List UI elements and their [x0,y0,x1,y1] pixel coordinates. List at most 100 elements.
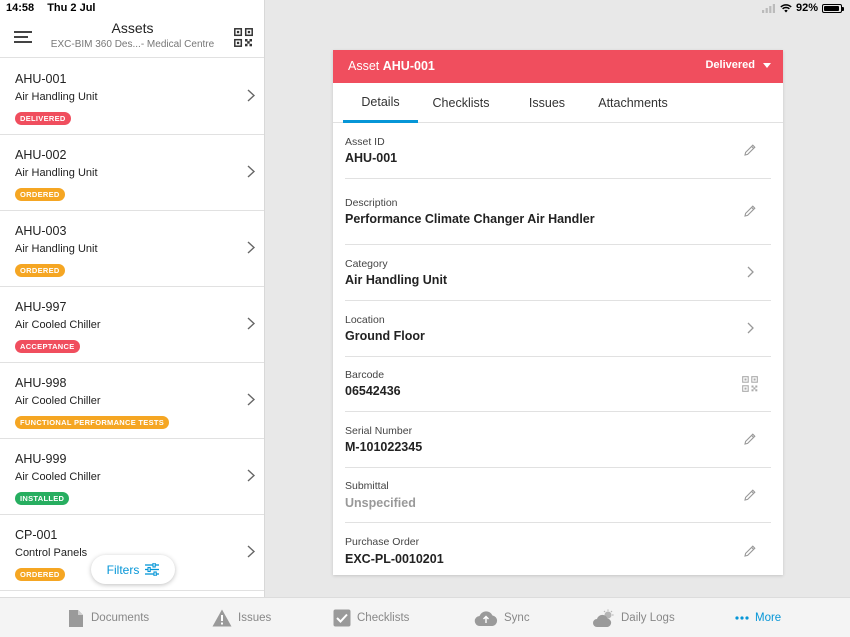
field-label: Category [345,258,388,270]
asset-list-item[interactable]: AHU-002 Air Handling Unit ORDERED [0,135,264,211]
caret-down-icon [763,62,771,68]
chevron-right-icon [247,89,255,102]
chevron-right-icon [247,393,255,406]
field-label: Asset ID [345,136,385,148]
sliders-icon [145,563,160,576]
pencil-icon[interactable] [743,143,757,157]
asset-title-prefix: Asset [348,59,380,73]
tabbar-more[interactable]: More [735,598,781,637]
asset-id: AHU-003 [15,224,67,238]
status-dropdown-value: Delivered [705,59,755,71]
status-date: Thu 2 Jul [47,2,96,14]
chevron-right-icon [247,241,255,254]
field-value: EXC-PL-0010201 [345,552,444,566]
field-description[interactable]: Description Performance Climate Changer … [345,179,771,245]
document-icon [69,609,83,627]
chevron-right-icon [247,317,255,330]
tabbar-label: More [755,612,782,624]
battery-percent: 92% [795,2,818,14]
asset-category: Air Handling Unit [15,243,98,255]
status-badge: ORDERED [15,568,65,581]
tabbar-sync[interactable]: Sync [474,598,530,637]
asset-title-id: AHU-001 [382,59,435,73]
field-label: Purchase Order [345,536,420,548]
asset-detail-title: Asset AHU-001 [348,59,435,73]
field-value: 06542436 [345,384,401,398]
wifi-icon [780,3,792,12]
warning-icon [212,609,232,627]
tab-checklists[interactable]: Checklists [423,83,499,123]
asset-category: Air Handling Unit [15,167,98,179]
asset-category: Air Cooled Chiller [15,319,101,331]
asset-category: Air Handling Unit [15,91,98,103]
tab-issues[interactable]: Issues [510,83,584,123]
asset-id: AHU-997 [15,300,67,314]
sidebar-title: Assets [111,20,154,36]
tab-details[interactable]: Details [343,83,418,123]
tabbar-label: Issues [238,612,272,624]
pencil-icon[interactable] [743,488,757,502]
field-asset-id[interactable]: Asset ID AHU-001 [345,124,771,179]
chevron-right-icon [747,266,754,278]
pencil-icon[interactable] [743,544,757,558]
more-dots-icon [735,616,749,620]
chevron-right-icon [747,322,754,334]
asset-detail-card: Asset AHU-001 Delivered Details Checklis… [333,50,783,575]
asset-id: AHU-999 [15,452,67,466]
tabbar-issues[interactable]: Issues [212,598,271,637]
signal-icon [761,3,775,13]
tabbar-label: Sync [504,612,530,624]
tabbar-checklists[interactable]: Checklists [333,598,409,637]
field-label: Barcode [345,369,385,381]
field-label: Location [345,314,385,326]
chevron-right-icon [247,165,255,178]
asset-category: Control Panels [15,547,88,559]
pencil-icon[interactable] [743,432,757,446]
field-location[interactable]: Location Ground Floor [345,301,771,357]
field-barcode[interactable]: Barcode 06542436 [345,357,771,412]
asset-id: AHU-002 [15,148,67,162]
filters-button[interactable]: Filters [91,555,175,584]
field-purchase-order[interactable]: Purchase Order EXC-PL-0010201 [345,523,771,575]
status-badge: INSTALLED [15,492,70,505]
field-label: Submittal [345,480,389,492]
checklist-icon [333,609,351,627]
qr-code-icon[interactable] [742,376,758,392]
field-serial-number[interactable]: Serial Number M-101022345 [345,412,771,468]
tabbar-daily-logs[interactable]: Daily Logs [593,598,675,637]
pencil-icon[interactable] [743,204,757,218]
status-badge: FUNCTIONAL PERFORMANCE TESTS [15,416,170,429]
tab-attachments[interactable]: Attachments [593,83,673,123]
asset-list-item[interactable]: AHU-001 Air Handling Unit DELIVERED [0,59,264,135]
asset-list-item[interactable]: AHU-997 Air Cooled Chiller ACCEPTANCE [0,287,264,363]
asset-id: AHU-998 [15,376,67,390]
asset-category: Air Cooled Chiller [15,471,101,483]
status-badge: ACCEPTANCE [15,340,80,353]
weather-icon [593,609,614,627]
field-label: Description [345,197,398,209]
detail-tabs: Details Checklists Issues Attachments [333,83,783,123]
asset-detail-header: Asset AHU-001 Delivered [333,50,783,83]
field-value: Unspecified [345,496,416,510]
field-value: M-101022345 [345,440,423,454]
field-category[interactable]: Category Air Handling Unit [345,245,771,301]
assets-sidebar: Assets EXC-BIM 360 Des...- Medical Centr… [0,0,265,597]
asset-id: CP-001 [15,528,58,542]
tabbar-label: Documents [91,612,150,624]
asset-list-item[interactable]: AHU-003 Air Handling Unit ORDERED [0,211,264,287]
field-label: Serial Number [345,425,413,437]
cloud-sync-icon [474,610,498,626]
tabbar-documents[interactable]: Documents [67,598,149,637]
asset-list-item[interactable]: AHU-999 Air Cooled Chiller INSTALLED [0,439,264,515]
asset-list: AHU-001 Air Handling Unit DELIVERED AHU-… [0,59,264,591]
tabbar-label: Daily Logs [621,612,675,624]
bottom-tab-bar: Documents Issues Checklists Sync Daily L… [0,597,850,637]
asset-list-item[interactable]: AHU-998 Air Cooled Chiller FUNCTIONAL PE… [0,363,264,439]
qr-scan-icon[interactable] [234,28,253,47]
field-value: AHU-001 [345,151,398,165]
status-badge: ORDERED [15,264,65,277]
field-value: Performance Climate Changer Air Handler [345,212,595,226]
field-submittal[interactable]: Submittal Unspecified [345,468,771,523]
battery-icon [822,3,844,13]
status-dropdown[interactable]: Delivered [705,59,771,71]
